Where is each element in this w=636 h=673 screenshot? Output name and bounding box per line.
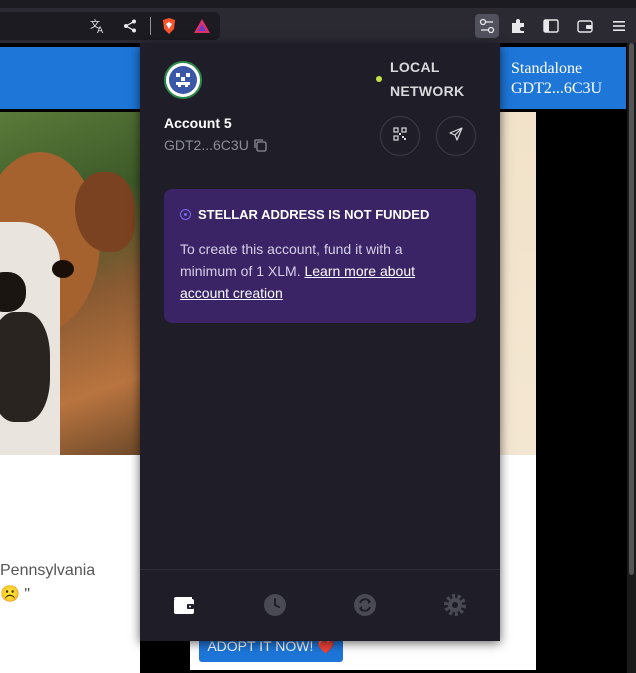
wallet-popup: LOCAL NETWORK Account 5 GDT2...6C3U STEL… [140,43,500,641]
listing-quote: ☹️ " [0,586,31,603]
address-bar[interactable] [0,12,220,40]
page-header-right: Standalone GDT2...6C3U [500,47,626,109]
brave-rewards-icon[interactable] [190,14,214,38]
popup-footer-nav [140,569,500,641]
account-avatar[interactable] [164,61,202,99]
copy-icon[interactable] [253,138,269,154]
notice-body: To create this account, fund it with a m… [180,238,460,304]
send-button[interactable] [436,116,476,156]
tab-strip [0,0,636,8]
secondary-photo [500,112,536,455]
puzzle-icon[interactable] [506,14,530,38]
listing-card-right [500,455,536,670]
qr-code-icon [393,127,407,145]
nav-swap-icon[interactable] [352,592,378,618]
svg-text:A: A [97,26,104,34]
qr-code-button[interactable] [380,116,420,156]
nav-wallet-icon[interactable] [171,592,197,618]
browser-toolbar: 文A [0,0,636,43]
nav-history-icon[interactable] [262,592,288,618]
unfunded-notice: STELLAR ADDRESS IS NOT FUNDED To create … [164,189,476,323]
sidebar-icon[interactable] [539,14,563,38]
listing-location: Pennsylvania [0,562,96,579]
info-icon [180,209,191,220]
account-address: GDT2...6C3U [164,137,249,153]
send-icon [449,127,463,145]
translate-icon[interactable]: 文A [86,14,110,38]
standalone-label: Standalone [511,60,583,77]
network-status-dot [376,76,382,82]
scrollbar-thumb[interactable] [629,43,634,575]
identicon-icon [169,66,197,94]
account-name[interactable]: Account 5 [164,115,232,131]
notice-title: STELLAR ADDRESS IS NOT FUNDED [180,207,460,222]
connected-address: GDT2...6C3U [511,80,603,97]
dog-eye [52,260,74,278]
toolbar-separator [150,17,151,35]
dog-photo [0,112,140,455]
wallet-extension-icon[interactable] [475,14,499,38]
dog-muzzle [0,312,50,422]
network-label[interactable]: LOCAL NETWORK [390,55,480,103]
notice-title-text: STELLAR ADDRESS IS NOT FUNDED [198,207,430,222]
share-icon[interactable] [118,14,142,38]
nav-settings-icon[interactable] [442,592,468,618]
brave-shield-icon[interactable] [157,14,181,38]
menu-icon[interactable] [607,14,631,38]
page-header-left [0,47,140,109]
wallet-icon[interactable] [573,14,597,38]
